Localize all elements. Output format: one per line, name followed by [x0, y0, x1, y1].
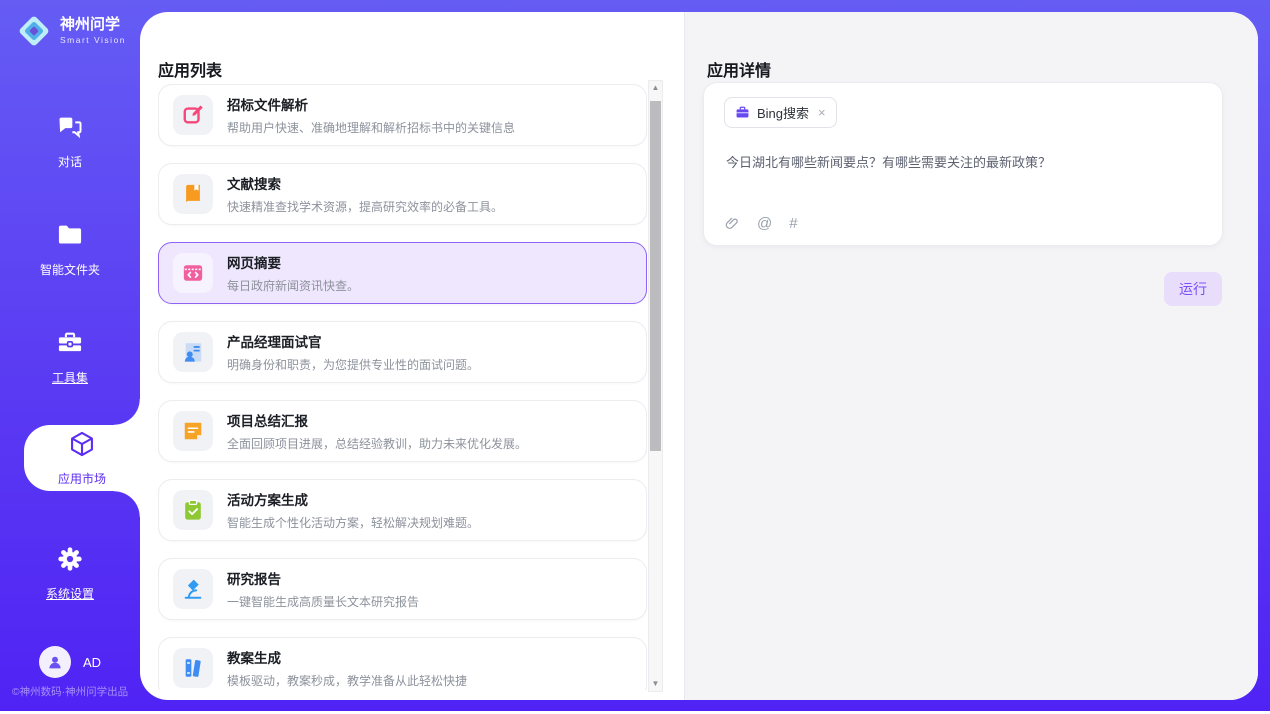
app-card-title: 产品经理面试官 [227, 331, 479, 351]
note-icon [173, 411, 213, 451]
app-card-description: 模板驱动，教案秒成，教学准备从此轻松快捷 [227, 672, 467, 689]
sidebar-item-label: 智能文件夹 [40, 261, 100, 278]
sidebar-item-label: 应用市场 [58, 470, 106, 487]
scroll-down-arrow-icon[interactable]: ▼ [649, 678, 662, 690]
sidebar-item-label: 系统设置 [46, 585, 94, 602]
app-card[interactable]: 招标文件解析 帮助用户快速、准确地理解和解析招标书中的关键信息 [158, 84, 647, 146]
list-scrollbar[interactable]: ▲ ▼ [648, 80, 663, 692]
app-card[interactable]: 网页摘要 每日政府新闻资讯快查。 [158, 242, 647, 304]
app-card-description: 快速精准查找学术资源，提高研究效率的必备工具。 [227, 198, 503, 215]
app-card-description: 智能生成个性化活动方案，轻松解决规划难题。 [227, 514, 479, 531]
sidebar-item-chat[interactable]: 对话 [0, 108, 140, 174]
copyright-text: ©神州数码·神州问学出品 [0, 684, 140, 699]
run-button[interactable]: 运行 [1164, 272, 1222, 306]
gear-icon [56, 545, 84, 578]
app-card[interactable]: 文献搜索 快速精准查找学术资源，提高研究效率的必备工具。 [158, 163, 647, 225]
app-logo: 神州问学 Smart Vision [16, 13, 126, 49]
app-list-title: 应用列表 [158, 57, 222, 81]
app-card-title: 网页摘要 [227, 252, 359, 272]
app-card-title: 项目总结汇报 [227, 410, 527, 430]
sidebar-item-label: 对话 [58, 153, 82, 170]
chat-icon [56, 113, 84, 146]
main-container: 应用列表 招标文件解析 帮助用户快速、准确地理解和解析招标书中的关键信息 文献搜… [140, 12, 1258, 700]
app-list-panel: 应用列表 招标文件解析 帮助用户快速、准确地理解和解析招标书中的关键信息 文献搜… [140, 12, 684, 700]
tool-tag-label: Bing搜索 [757, 103, 809, 122]
app-card[interactable]: 产品经理面试官 明确身份和职责，为您提供专业性的面试问题。 [158, 321, 647, 383]
app-detail-title: 应用详情 [707, 57, 771, 81]
scroll-up-arrow-icon[interactable]: ▲ [649, 82, 662, 94]
app-card-description: 每日政府新闻资讯快查。 [227, 277, 359, 294]
tag-close-icon[interactable]: × [818, 105, 826, 120]
sidebar-item-gear[interactable]: 系统设置 [0, 540, 140, 606]
query-text-input[interactable]: 今日湖北有哪些新闻要点？有哪些需要关注的最新政策？ [726, 153, 1202, 173]
app-card[interactable]: 教案生成 模板驱动，教案秒成，教学准备从此轻松快捷 [158, 637, 647, 690]
browser-code-icon [173, 253, 213, 293]
toolbox-icon [56, 329, 84, 362]
logo-subtitle: Smart Vision [60, 36, 126, 45]
folder-icon [56, 221, 84, 254]
app-detail-panel: 应用详情 Bing搜索 × 今日湖北有哪些新闻要点？有哪些需要关注的最新政策？ … [684, 12, 1258, 700]
tool-tag-bing-search[interactable]: Bing搜索 × [724, 97, 837, 128]
sidebar-item-toolbox[interactable]: 工具集 [0, 324, 140, 390]
books-icon [173, 648, 213, 688]
user-icon [46, 653, 64, 671]
app-card-description: 帮助用户快速、准确地理解和解析招标书中的关键信息 [227, 119, 515, 136]
sidebar: 神州问学 Smart Vision 对话 智能文件夹 工具集 应用市场 系统设置… [0, 0, 140, 711]
book-icon [173, 174, 213, 214]
user-row[interactable]: AD [0, 646, 140, 678]
logo-title: 神州问学 [60, 17, 126, 34]
app-card-title: 招标文件解析 [227, 94, 515, 114]
app-card-title: 文献搜索 [227, 173, 503, 193]
sidebar-item-label: 工具集 [52, 369, 88, 386]
app-card-description: 明确身份和职责，为您提供专业性的面试问题。 [227, 356, 479, 373]
microscope-icon [173, 569, 213, 609]
query-composer-card[interactable]: Bing搜索 × 今日湖北有哪些新闻要点？有哪些需要关注的最新政策？ @ # [703, 82, 1223, 246]
app-card-title: 研究报告 [227, 568, 419, 588]
app-card-list: 招标文件解析 帮助用户快速、准确地理解和解析招标书中的关键信息 文献搜索 快速精… [158, 84, 647, 690]
sidebar-item-cube[interactable]: 应用市场 [24, 425, 140, 491]
app-card-description: 一键智能生成高质量长文本研究报告 [227, 593, 419, 610]
scrollbar-thumb[interactable] [650, 101, 661, 451]
sidebar-item-folder[interactable]: 智能文件夹 [0, 216, 140, 282]
app-card-title: 教案生成 [227, 647, 467, 667]
clipboard-check-icon [173, 490, 213, 530]
app-card-title: 活动方案生成 [227, 489, 479, 509]
app-card[interactable]: 项目总结汇报 全面回顾项目进展，总结经验教训，助力未来优化发展。 [158, 400, 647, 462]
briefcase-icon [735, 105, 750, 120]
app-card[interactable]: 活动方案生成 智能生成个性化活动方案，轻松解决规划难题。 [158, 479, 647, 541]
interviewer-icon [173, 332, 213, 372]
mention-icon[interactable]: @ [757, 216, 772, 232]
user-name: AD [83, 655, 101, 670]
avatar[interactable] [39, 646, 71, 678]
gem-logo-icon [16, 13, 52, 49]
hash-icon[interactable]: # [789, 216, 797, 232]
app-card[interactable]: 研究报告 一键智能生成高质量长文本研究报告 [158, 558, 647, 620]
composer-toolbar: @ # [724, 216, 798, 232]
edit-icon [173, 95, 213, 135]
cube-icon [68, 430, 96, 463]
attachment-icon[interactable] [724, 216, 740, 232]
app-card-description: 全面回顾项目进展，总结经验教训，助力未来优化发展。 [227, 435, 527, 452]
